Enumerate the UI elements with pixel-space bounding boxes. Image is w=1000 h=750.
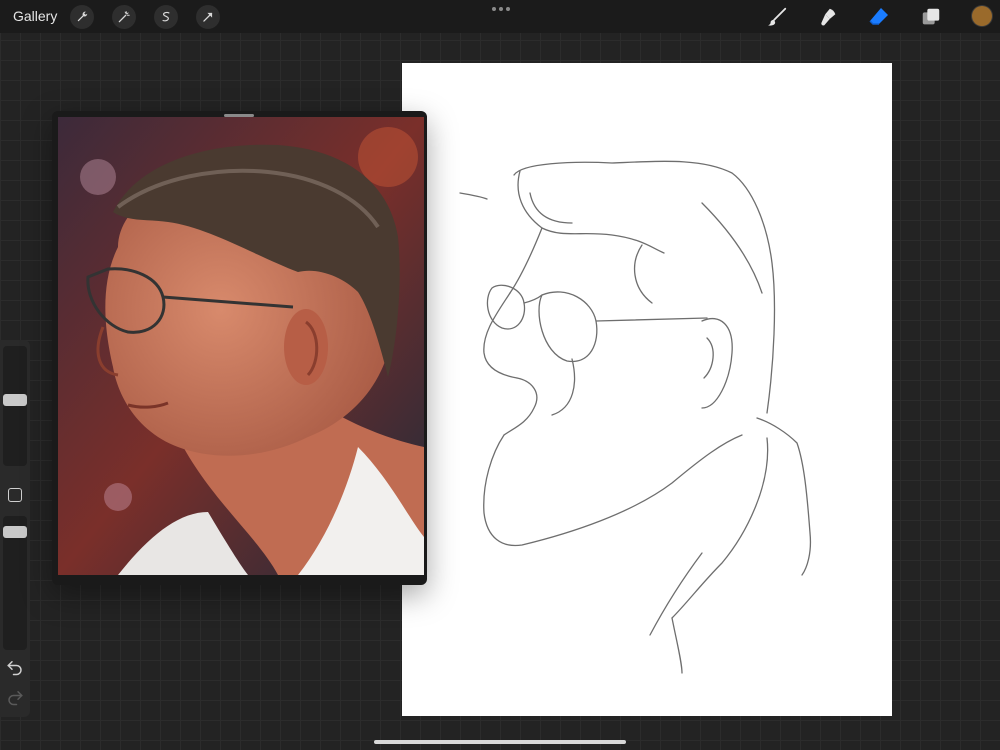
- undo-icon: [7, 661, 22, 676]
- selection-button[interactable]: [154, 5, 178, 29]
- brush-size-slider-handle[interactable]: [3, 394, 27, 406]
- reference-window[interactable]: [52, 111, 427, 585]
- layers-icon: [922, 8, 940, 25]
- wrench-icon: [77, 11, 88, 22]
- dot: [499, 7, 503, 11]
- reference-photo: [58, 117, 424, 575]
- redo-icon: [8, 691, 23, 706]
- brush-size-slider[interactable]: [3, 346, 27, 466]
- dot: [492, 7, 496, 11]
- layers-button[interactable]: [918, 4, 944, 30]
- home-indicator[interactable]: [374, 740, 626, 744]
- eraser-tool-button[interactable]: [866, 4, 892, 30]
- transform-button[interactable]: [196, 5, 220, 29]
- gallery-button[interactable]: Gallery: [13, 8, 57, 24]
- undo-button[interactable]: [6, 658, 24, 676]
- opacity-slider-handle[interactable]: [3, 526, 27, 538]
- redo-button[interactable]: [6, 688, 24, 706]
- sketch-drawing: [459, 160, 812, 674]
- drawing-canvas[interactable]: [402, 63, 892, 716]
- magic-wand-icon: [118, 11, 130, 23]
- paint-tool-button[interactable]: [764, 4, 790, 30]
- smudge-icon: [821, 8, 836, 26]
- selection-icon: [162, 11, 170, 22]
- eraser-icon: [869, 8, 888, 25]
- transform-icon: [203, 12, 213, 22]
- window-options-handle[interactable]: [492, 7, 510, 11]
- modify-button[interactable]: [8, 488, 22, 502]
- portrait-photo: [58, 117, 424, 575]
- left-sidebar: [0, 340, 30, 717]
- brush-icon: [767, 7, 787, 26]
- color-picker-button[interactable]: [972, 6, 992, 26]
- dot: [506, 7, 510, 11]
- smudge-tool-button[interactable]: [815, 4, 841, 30]
- adjustments-button[interactable]: [112, 5, 136, 29]
- top-toolbar: Gallery: [0, 0, 1000, 33]
- actions-button[interactable]: [70, 5, 94, 29]
